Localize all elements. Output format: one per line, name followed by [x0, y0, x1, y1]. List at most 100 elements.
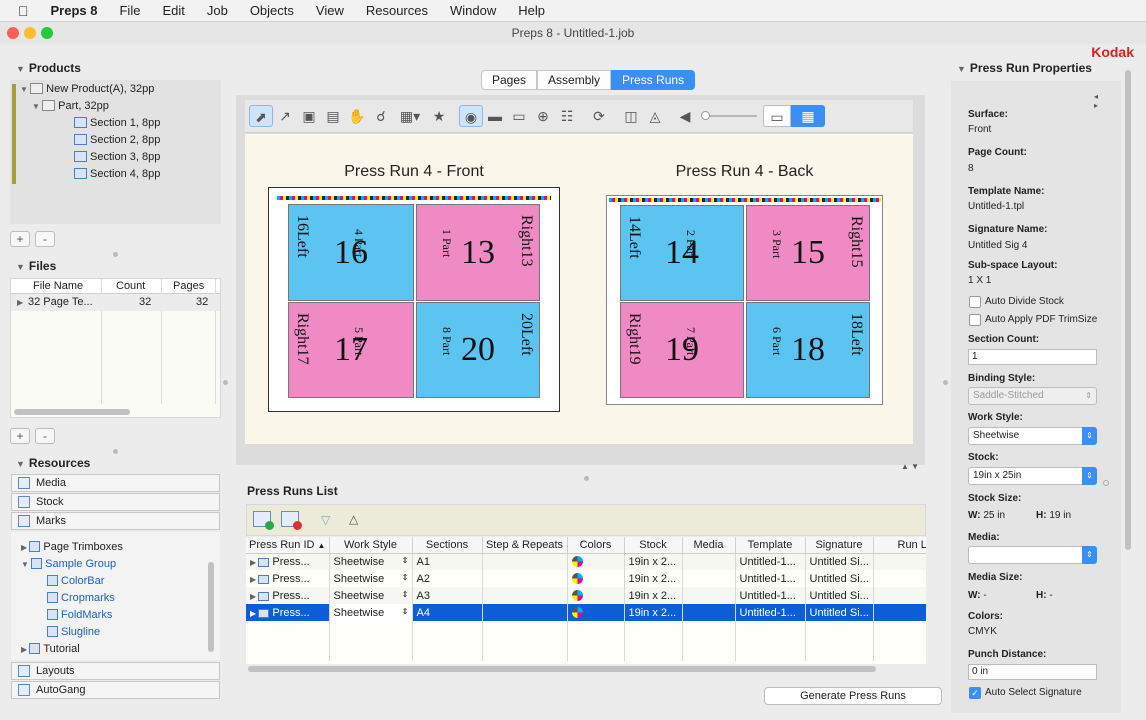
splitter-handle[interactable]	[113, 449, 118, 454]
marks-scrollbar[interactable]	[208, 562, 214, 652]
table-row-selected[interactable]: ▶ Press... Sheetwise ⇕ A4 19in x 2... Unt…	[246, 604, 926, 621]
files-header[interactable]: ▼ Files	[16, 259, 56, 273]
tree-colorbar[interactable]: ColorBar	[47, 573, 104, 590]
move-up-icon[interactable]: △	[349, 512, 358, 526]
col-run-length[interactable]: Run L	[873, 537, 926, 554]
files-scrollbar[interactable]	[14, 409, 130, 415]
marks-tool-icon[interactable]: ★	[427, 105, 451, 127]
punch-distance-field[interactable]: 0 in	[968, 664, 1097, 680]
resource-autogang[interactable]: AutoGang	[11, 681, 220, 699]
splitter-handle[interactable]	[113, 252, 118, 257]
splitter-handle[interactable]	[223, 380, 228, 385]
col-file-name[interactable]: File Name	[33, 280, 83, 292]
resource-marks[interactable]: Marks	[11, 512, 220, 530]
work-style-select[interactable]: Sheetwise ⇕	[968, 427, 1097, 445]
stock-select[interactable]: 19in x 25in ⇕	[968, 467, 1097, 485]
tree-page-trimboxes[interactable]: ▶ Page Trimboxes	[21, 539, 123, 556]
page-19[interactable]: Right19 7 Part 19	[620, 302, 744, 398]
app-menu[interactable]: Preps 8	[51, 3, 98, 18]
move-down-icon[interactable]: ▽	[321, 513, 330, 527]
menu-job[interactable]: Job	[207, 3, 228, 18]
stepper-icon[interactable]: ⇕	[402, 556, 409, 565]
back-icon[interactable]: ◀	[673, 105, 697, 127]
menu-edit[interactable]: Edit	[162, 3, 184, 18]
auto-divide-stock-checkbox[interactable]	[969, 296, 981, 308]
zoom-icon[interactable]: ☌	[369, 105, 393, 127]
tree-item-section-3[interactable]: Section 3, 8pp	[74, 149, 160, 166]
col-count[interactable]: Count	[116, 280, 145, 292]
menu-help[interactable]: Help	[518, 3, 545, 18]
single-view-icon[interactable]: ▭	[763, 105, 791, 127]
properties-scrollbar[interactable]	[1125, 70, 1131, 550]
close-window-button[interactable]	[7, 27, 19, 39]
page-18[interactable]: 18Left 6 Part 18	[746, 302, 870, 398]
add-file-button[interactable]: +	[10, 428, 30, 444]
section-count-field[interactable]: 1	[968, 349, 1097, 365]
tree-item-product[interactable]: ▼ New Product(A), 32pp	[20, 81, 154, 98]
file-row[interactable]: ▶ 32 Page Te... 32 32	[11, 294, 220, 311]
generate-press-runs-button[interactable]: Generate Press Runs	[764, 687, 942, 705]
col-pages[interactable]: Pages	[173, 280, 204, 292]
col-colors[interactable]: Colors	[567, 537, 625, 554]
page-13[interactable]: Right13 1 Part 13	[416, 204, 540, 301]
layout-1-icon[interactable]: ◫	[619, 105, 643, 127]
col-step-repeats[interactable]: Step & Repeats	[482, 537, 568, 554]
page-17[interactable]: Right17 5 Part 17	[288, 302, 414, 398]
resources-header[interactable]: ▼ Resources	[16, 456, 90, 470]
back-sheet[interactable]: 14Left 2 Part 14 Right15 3 Part 15 Right19 7 …	[606, 195, 883, 405]
stock-info-icon[interactable]	[1103, 480, 1109, 486]
tree-tutorial[interactable]: ▶ Tutorial	[21, 641, 80, 658]
hand-icon[interactable]: ✋	[345, 105, 369, 127]
align-icon[interactable]: ☷	[555, 105, 579, 127]
page-16[interactable]: 16Left 4 Part 16	[288, 204, 414, 301]
tree-sample-group[interactable]: ▼ Sample Group	[21, 556, 116, 573]
tab-press-runs[interactable]: Press Runs	[611, 70, 696, 90]
select-arrow-icon[interactable]: ⬈	[249, 105, 273, 127]
tab-assembly[interactable]: Assembly	[537, 70, 612, 90]
direct-select-icon[interactable]: ↗	[273, 105, 297, 127]
tab-pages[interactable]: Pages	[481, 70, 538, 90]
col-press-run-id[interactable]: Press Run ID ▲	[246, 537, 330, 554]
resource-layouts[interactable]: Layouts	[11, 662, 220, 680]
layout-menu-icon[interactable]: ▦▾	[393, 105, 427, 127]
delete-press-run-icon[interactable]	[281, 511, 302, 530]
select-sheet-icon[interactable]: ▤	[321, 105, 345, 127]
col-media[interactable]: Media	[682, 537, 736, 554]
minimize-window-button[interactable]	[24, 27, 36, 39]
col-sections[interactable]: Sections	[412, 537, 483, 554]
apple-icon[interactable]: 	[18, 3, 29, 19]
page-14[interactable]: 14Left 2 Part 14	[620, 205, 744, 301]
table-row[interactable]: ▶ Press... Sheetwise ⇕ A3 19in x 2... Unt…	[246, 587, 926, 604]
zoom-slider[interactable]	[701, 105, 759, 127]
auto-apply-pdf-checkbox[interactable]	[969, 314, 981, 326]
table-row[interactable]: ▶ Press... Sheetwise ⇕ A1 19in x 2... Unt…	[246, 553, 926, 570]
menu-objects[interactable]: Objects	[250, 3, 294, 18]
stepper-icon[interactable]: ⇕	[402, 573, 409, 582]
tree-item-part[interactable]: ▼ Part, 32pp	[32, 98, 109, 115]
products-header[interactable]: ▼ Products	[16, 61, 81, 75]
tree-item-section-2[interactable]: Section 2, 8pp	[74, 132, 160, 149]
tree-cropmarks[interactable]: Cropmarks	[47, 590, 115, 607]
col-stock[interactable]: Stock	[624, 537, 683, 554]
page-15[interactable]: Right15 3 Part 15	[746, 205, 870, 301]
stepper-icon[interactable]: ⇕	[402, 590, 409, 599]
remove-product-button[interactable]: -	[35, 231, 55, 247]
tree-slugline[interactable]: Slugline	[47, 624, 100, 641]
menu-file[interactable]: File	[119, 3, 140, 18]
press-runs-scrollbar[interactable]	[248, 666, 876, 672]
grid-view-icon[interactable]: ▦	[791, 105, 825, 127]
panel-collapse-arrows[interactable]: ◂ ▸	[1094, 92, 1098, 110]
col-work-style[interactable]: Work Style	[329, 537, 413, 554]
add-press-run-icon[interactable]	[253, 511, 274, 530]
col-signature[interactable]: Signature	[805, 537, 874, 554]
col-template[interactable]: Template	[735, 537, 806, 554]
splitter-handle[interactable]	[943, 380, 948, 385]
page-20[interactable]: 20Left 8 Part 20	[416, 302, 540, 398]
rotate-icon[interactable]: ⟳	[587, 105, 611, 127]
zoom-window-button[interactable]	[41, 27, 53, 39]
stepper-icon[interactable]: ⇕	[402, 607, 409, 616]
resource-stock[interactable]: Stock	[11, 493, 220, 511]
add-product-button[interactable]: +	[10, 231, 30, 247]
menu-view[interactable]: View	[316, 3, 344, 18]
remove-file-button[interactable]: -	[35, 428, 55, 444]
